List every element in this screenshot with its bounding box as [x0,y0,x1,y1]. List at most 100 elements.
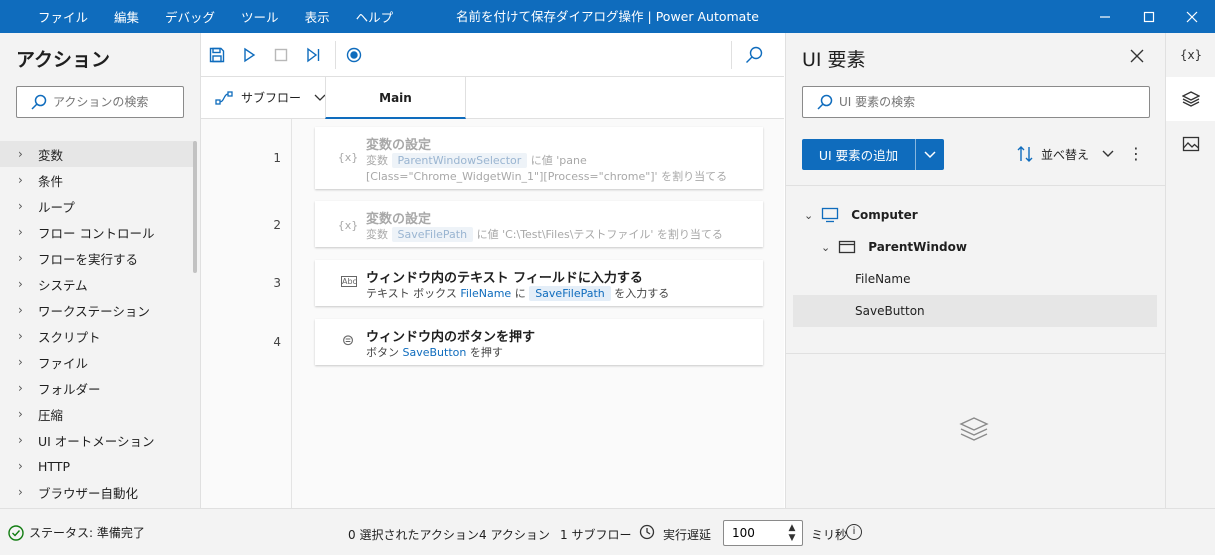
category-conditions[interactable]: › 条件 [0,167,196,193]
chevron-down-icon[interactable]: ▼ [786,533,798,543]
layers-icon [1182,91,1200,107]
stop-button[interactable] [271,45,291,65]
computer-icon [822,207,839,223]
category-variables[interactable]: › 変数 [0,141,196,167]
ui-element-token[interactable]: SaveButton [403,346,467,359]
category-file[interactable]: › ファイル [0,349,196,375]
action-card-set-variable[interactable]: {x} 変数の設定 変数 SaveFilePath に値 'C:\Test\Fi… [315,201,763,247]
divider [786,185,1166,186]
chevron-down-icon [1102,150,1114,157]
play-icon [244,47,256,63]
image-icon [1182,136,1200,152]
clock-icon [639,524,655,543]
chevron-right-icon: › [18,277,23,291]
menu-view[interactable]: 表示 [305,7,330,26]
status-bar: ステータス: 準備完了 0 選択されたアクション 4 アクション 1 サブフロー… [0,508,1215,555]
run-next-action-button[interactable] [303,45,323,65]
actions-scrollbar[interactable] [193,141,197,273]
chevron-right-icon: › [18,459,23,473]
tree-item-ui-element[interactable]: FileName [855,267,910,291]
chevron-right-icon: › [18,433,23,447]
actions-panel: アクション ›変数 ›条件 ›ループ ›フロー コントロール ›フローを実行する… [0,33,201,508]
menu-edit[interactable]: 編集 [114,7,139,26]
menu-tools[interactable]: ツール [241,7,279,26]
close-panel-button[interactable] [1130,49,1146,65]
close-window-button[interactable] [1169,0,1215,33]
sort-icon [1017,146,1033,162]
menu-help[interactable]: ヘルプ [356,7,394,26]
tree-item-ui-element[interactable]: SaveButton [793,295,1157,327]
designer-toolbar [201,33,784,77]
stepper-arrows[interactable]: ▲ ▼ [786,523,798,543]
maximize-icon [1143,11,1155,22]
actions-count: 4 アクション [479,528,550,542]
category-workstation[interactable]: › ワークステーション [0,297,196,323]
category-folder[interactable]: › フォルダー [0,375,196,401]
button-icon: ⊜ [341,331,355,349]
chevron-right-icon: › [18,303,23,317]
minimize-button[interactable] [1082,0,1128,33]
category-flow-control[interactable]: › フロー コントロール [0,219,196,245]
tree-item-parent-window[interactable]: ⌄ ParentWindow [821,235,967,259]
category-run-flow[interactable]: › フローを実行する [0,245,196,271]
action-search-input[interactable] [53,95,173,109]
record-button[interactable] [344,45,364,65]
subflows-dropdown[interactable]: サブフロー [215,89,335,106]
chevron-right-icon: › [18,485,23,499]
ui-element-token[interactable]: FileName [460,287,511,300]
search-icon [746,46,763,63]
save-button[interactable] [207,45,227,65]
category-loops[interactable]: › ループ [0,193,196,219]
subflow-tabs: サブフロー Main [201,77,784,119]
variables-pane-button[interactable]: {x} [1166,33,1215,77]
menu-bar: ファイル 編集 デバッグ ツール 表示 ヘルプ [38,0,419,33]
action-card-press-button[interactable]: ⊜ ウィンドウ内のボタンを押す ボタン SaveButton を押す [315,319,763,365]
ui-elements-panel-title: UI 要素 [802,49,866,71]
tree-item-computer[interactable]: ⌄ Computer [804,203,918,227]
sort-button[interactable]: 並べ替え [1017,145,1115,163]
chevron-right-icon: › [18,251,23,265]
menu-file[interactable]: ファイル [38,7,88,26]
variable-token[interactable]: ParentWindowSelector [391,153,528,168]
minimize-icon [1100,15,1110,18]
action-description: 変数 ParentWindowSelector に値 'pane [Class="… [366,153,728,183]
ui-elements-pane-button[interactable] [1166,77,1215,121]
action-description: 変数 SaveFilePath に値 'C:\Test\Files\テストファイ… [366,227,723,242]
more-options-button[interactable]: ⋮ [1128,145,1144,163]
action-card-populate-text-field[interactable]: Abc ウィンドウ内のテキスト フィールドに入力する テキスト ボックス Fil… [315,260,763,306]
action-card-set-variable[interactable]: {x} 変数の設定 変数 ParentWindowSelector に値 'pa… [315,127,763,189]
maximize-button[interactable] [1126,0,1172,33]
category-browser-automation[interactable]: › ブラウザー自動化 [0,479,196,505]
run-delay-stepper[interactable]: ▲▼ [723,520,803,546]
add-ui-element-button[interactable]: UI 要素の追加 [802,139,944,170]
run-button[interactable] [239,45,259,65]
category-ui-automation[interactable]: › UI オートメーション [0,427,196,453]
ui-element-search-input[interactable] [839,95,1119,109]
chevron-up-icon[interactable]: ▲ [786,523,798,533]
run-delay-input[interactable] [732,526,782,540]
chevron-right-icon: › [18,225,23,239]
category-system[interactable]: › システム [0,271,196,297]
category-http[interactable]: › HTTP [0,453,196,479]
category-compression[interactable]: › 圧縮 [0,401,196,427]
menu-debug[interactable]: デバッグ [165,7,215,26]
ui-element-search-box[interactable] [802,86,1150,118]
chevron-down-icon: ⌄ [821,240,831,254]
variable-token[interactable]: SaveFilePath [529,286,611,301]
tab-main[interactable]: Main [325,77,466,119]
ui-elements-panel: UI 要素 UI 要素の追加 並べ替え ⋮ ⌄ Computer ⌄ Paren… [785,33,1166,508]
variable-icon: {x} [1179,48,1203,62]
category-scripting[interactable]: › スクリプト [0,323,196,349]
check-circle-icon [8,524,24,541]
line-number: 2 [273,218,281,232]
chevron-right-icon: › [18,329,23,343]
info-icon[interactable]: i [846,524,862,540]
selected-actions-count: 0 選択されたアクション [348,528,479,542]
action-title: ウィンドウ内のボタンを押す [366,330,536,345]
action-search-box[interactable] [16,86,184,118]
variable-token[interactable]: SaveFilePath [391,227,474,242]
flow-search-button[interactable] [744,45,764,65]
line-number: 3 [273,276,281,290]
images-pane-button[interactable] [1166,122,1215,166]
add-ui-element-dropdown[interactable] [916,150,944,160]
